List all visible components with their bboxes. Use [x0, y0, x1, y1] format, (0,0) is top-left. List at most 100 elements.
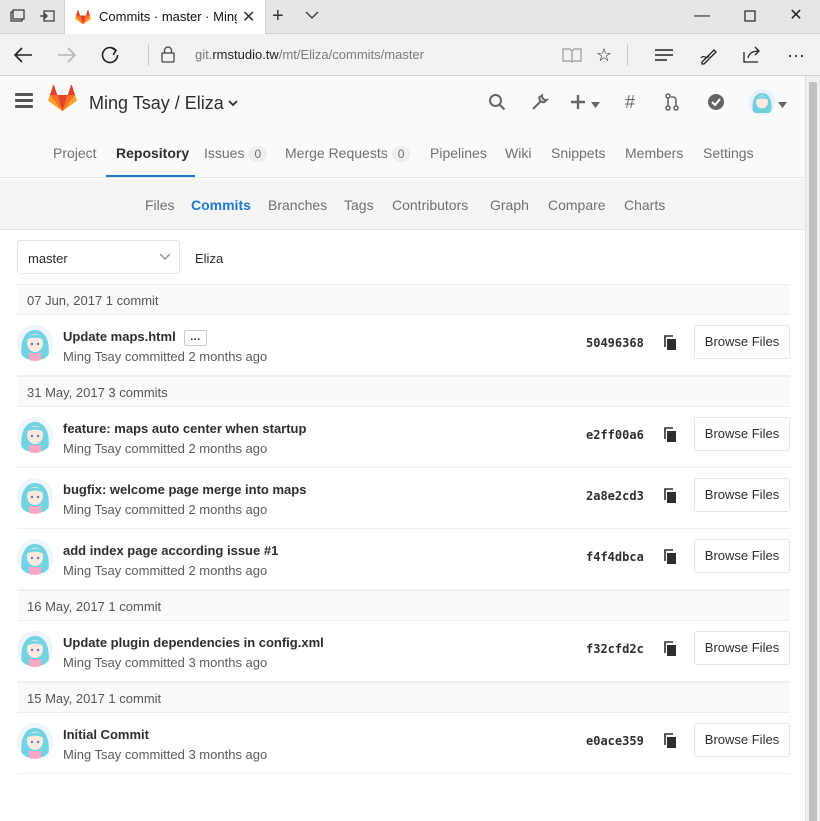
avatar[interactable]: [17, 539, 53, 575]
copy-icon[interactable]: [663, 488, 677, 509]
todo-check-icon[interactable]: [705, 91, 727, 113]
branch-select-value: master: [28, 251, 68, 266]
tab-merge-requests[interactable]: Merge Requests 0: [285, 145, 411, 162]
url-field[interactable]: git.rmstudio.tw/mt/Eliza/commits/master: [195, 47, 424, 62]
close-window-icon[interactable]: ✕: [781, 4, 811, 28]
url-path: /mt/Eliza/commits/master: [278, 47, 424, 62]
commit-title[interactable]: bugfix: welcome page merge into maps: [63, 482, 306, 497]
day-header-text: 15 May, 2017 1 commit: [27, 691, 162, 706]
forward-icon[interactable]: [53, 41, 81, 69]
commit-sha[interactable]: e0ace359: [586, 734, 644, 748]
search-icon[interactable]: [486, 91, 508, 113]
gitlab-logo[interactable]: [48, 84, 77, 117]
tab-snippets[interactable]: Snippets: [551, 145, 605, 161]
tab-project[interactable]: Project: [53, 145, 97, 161]
chevron-down-icon[interactable]: [589, 91, 601, 113]
browse-files-button[interactable]: Browse Files: [694, 478, 790, 512]
browse-files-button[interactable]: Browse Files: [694, 631, 790, 665]
new-tab-icon[interactable]: +: [272, 5, 284, 28]
commit-meta: Ming Tsay committed 2 months ago: [63, 441, 268, 456]
refresh-icon[interactable]: [96, 41, 124, 69]
user-avatar[interactable]: [749, 89, 775, 115]
close-icon[interactable]: ✕: [242, 7, 255, 27]
chevron-down-icon[interactable]: [228, 96, 238, 110]
copy-icon[interactable]: [663, 427, 677, 448]
notes-icon[interactable]: [697, 43, 721, 67]
avatar[interactable]: [17, 417, 53, 453]
copy-icon[interactable]: [663, 549, 677, 570]
chevron-down-icon[interactable]: [776, 91, 788, 113]
set-aside-icon[interactable]: [38, 8, 56, 26]
back-icon[interactable]: [9, 41, 37, 69]
tab-pipelines[interactable]: Pipelines: [430, 145, 487, 161]
commit-sha[interactable]: f4f4dbca: [586, 550, 644, 564]
lock-icon[interactable]: [160, 45, 176, 68]
subtab-charts[interactable]: Charts: [624, 197, 665, 213]
commit-row: add index page according issue #1 Ming T…: [17, 529, 790, 590]
tab-members[interactable]: Members: [625, 145, 683, 161]
tab-issues[interactable]: Issues 0: [204, 145, 268, 162]
commit-title[interactable]: Update maps.html …: [63, 329, 207, 346]
day-header-text: 16 May, 2017 1 commit: [27, 599, 162, 614]
subtab-files[interactable]: Files: [145, 197, 175, 213]
subtab-contributors[interactable]: Contributors: [392, 197, 468, 213]
browse-files-button[interactable]: Browse Files: [694, 325, 790, 359]
avatar[interactable]: [17, 325, 53, 361]
tab-repository[interactable]: Repository: [116, 145, 189, 161]
commit-title[interactable]: Update plugin dependencies in config.xml: [63, 635, 324, 650]
copy-icon[interactable]: [663, 733, 677, 754]
avatar[interactable]: [17, 723, 53, 759]
commit-row: Update maps.html … Ming Tsay committed 2 …: [17, 315, 790, 376]
avatar[interactable]: [17, 478, 53, 514]
maximize-icon[interactable]: [735, 4, 765, 28]
commit-row: bugfix: welcome page merge into maps Min…: [17, 468, 790, 529]
commit-title[interactable]: add index page according issue #1: [63, 543, 278, 558]
subtab-commits[interactable]: Commits: [191, 197, 251, 213]
browse-files-button[interactable]: Browse Files: [694, 723, 790, 757]
copy-icon[interactable]: [663, 641, 677, 662]
hub-icon[interactable]: [652, 43, 676, 67]
browser-tab-active[interactable]: Commits · master · Ming Tsay / Eliza ✕: [64, 0, 266, 34]
subtab-branches[interactable]: Branches: [268, 197, 327, 213]
commit-title-text: Update maps.html: [63, 329, 176, 344]
minimize-icon[interactable]: —: [687, 4, 717, 28]
branch-select[interactable]: master: [17, 240, 180, 274]
tab-wiki[interactable]: Wiki: [505, 145, 531, 161]
commit-meta: Ming Tsay committed 2 months ago: [63, 502, 268, 517]
copy-icon[interactable]: [663, 335, 677, 356]
hash-icon[interactable]: #: [619, 91, 641, 113]
tab-list-icon[interactable]: [305, 7, 319, 23]
commit-title[interactable]: feature: maps auto center when startup: [63, 421, 306, 436]
avatar[interactable]: [17, 631, 53, 667]
plus-icon[interactable]: [567, 91, 589, 113]
gitlab-header: Ming Tsay / Eliza #: [0, 76, 805, 130]
subtab-graph[interactable]: Graph: [490, 197, 529, 213]
favorite-star-icon[interactable]: ☆: [592, 43, 616, 67]
url-domain: rmstudio.tw: [212, 47, 279, 62]
commit-description-toggle[interactable]: …: [183, 330, 207, 346]
page-scrollbar[interactable]: [805, 76, 820, 821]
scrollbar-thumb[interactable]: [809, 82, 817, 821]
browse-files-button[interactable]: Browse Files: [694, 417, 790, 451]
merge-request-icon[interactable]: [661, 91, 683, 113]
gitlab-favicon: [75, 9, 91, 30]
reading-view-icon[interactable]: [560, 43, 584, 67]
wrench-icon[interactable]: [529, 91, 551, 113]
day-header: 31 May, 2017 3 commits: [17, 376, 790, 407]
url-prefix: git.: [195, 47, 213, 62]
subtab-compare[interactable]: Compare: [548, 197, 606, 213]
commit-sha[interactable]: f32cfd2c: [586, 642, 644, 656]
commit-sha[interactable]: 2a8e2cd3: [586, 489, 644, 503]
subtab-tags[interactable]: Tags: [344, 197, 374, 213]
commit-sha[interactable]: e2ff00a6: [586, 428, 644, 442]
tab-actions-icon[interactable]: [8, 8, 26, 26]
share-icon[interactable]: [740, 43, 764, 67]
repo-breadcrumb[interactable]: Eliza: [195, 251, 223, 266]
project-title[interactable]: Ming Tsay / Eliza: [89, 93, 224, 114]
browse-files-button[interactable]: Browse Files: [694, 539, 790, 573]
hamburger-icon[interactable]: [15, 93, 33, 111]
commit-title[interactable]: Initial Commit: [63, 727, 149, 742]
more-icon[interactable]: ···: [784, 43, 808, 67]
commit-sha[interactable]: 50496368: [586, 336, 644, 350]
tab-settings[interactable]: Settings: [703, 145, 754, 161]
